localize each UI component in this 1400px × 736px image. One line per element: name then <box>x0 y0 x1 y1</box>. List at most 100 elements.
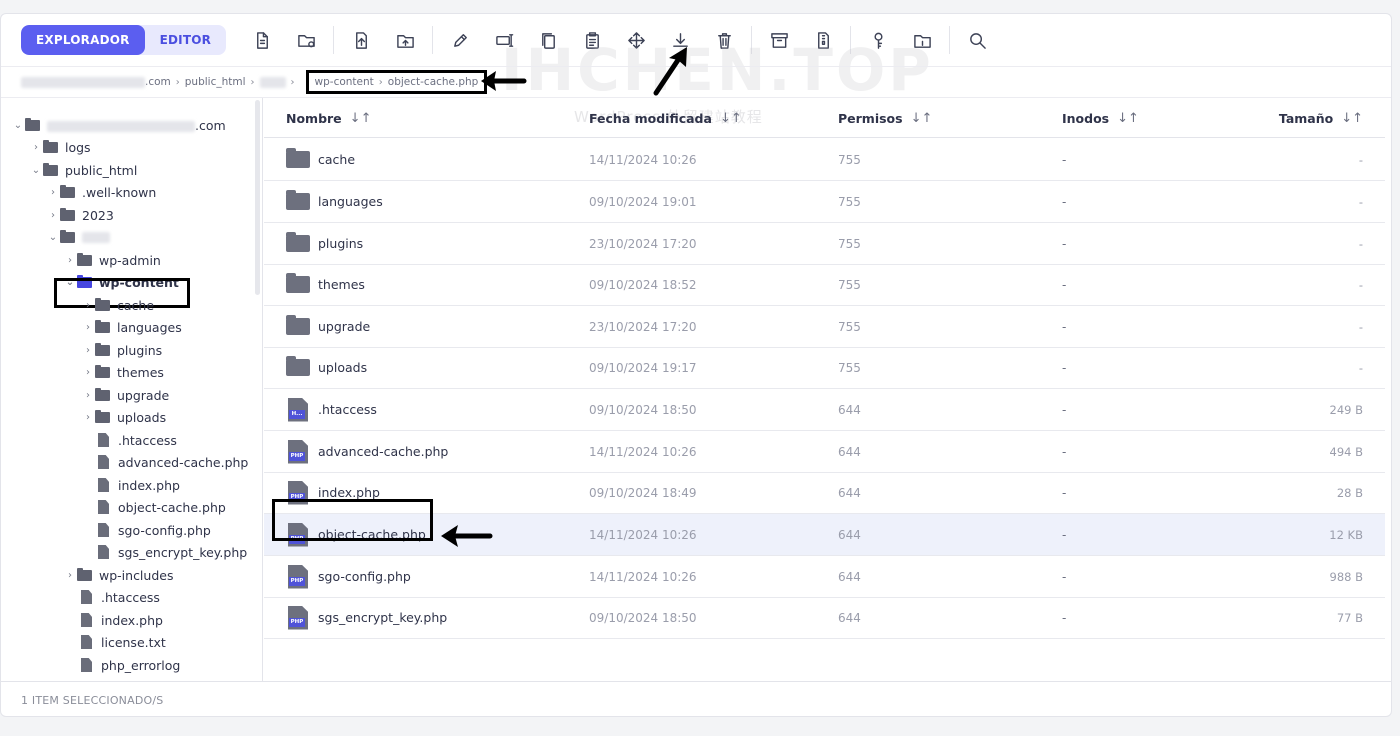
folder-icon <box>95 409 110 423</box>
tree-item-root[interactable]: ⌄ .com <box>11 114 226 136</box>
tree-item-index[interactable]: index.php <box>98 474 180 496</box>
table-row[interactable]: PHP sgs_encrypt_key.php 09/10/2024 18:50 … <box>264 597 1385 639</box>
upload-file-icon[interactable] <box>339 25 383 55</box>
folder-info-icon[interactable] <box>900 25 944 55</box>
table-row[interactable]: languages 09/10/2024 19:01 755 - - <box>264 181 1385 223</box>
table-row[interactable]: PHP sgo-config.php 14/11/2024 10:26 644 -… <box>264 556 1385 598</box>
tree-item-upgrade[interactable]: › upgrade <box>81 384 169 406</box>
folder-icon <box>95 387 110 401</box>
toolbar-divider <box>333 26 335 54</box>
download-icon[interactable] <box>658 25 702 55</box>
column-header-permissions[interactable]: Permisos ↓↑ <box>838 98 932 138</box>
chevron-right-icon: › <box>86 344 90 356</box>
table-row[interactable]: upgrade 23/10/2024 17:20 755 - - <box>264 306 1385 348</box>
chevron-down-icon: ⌄ <box>31 164 41 176</box>
chevron-right-icon: › <box>86 411 90 423</box>
file-icon <box>98 433 109 447</box>
tree-item-php-errorlog[interactable]: php_errorlog <box>81 654 180 676</box>
sidebar-scrollbar[interactable] <box>255 100 260 295</box>
tree-item-logs[interactable]: › logs <box>29 136 91 158</box>
sort-icon: ↓↑ <box>349 110 372 126</box>
breadcrumb-current-file[interactable]: object-cache.php <box>388 76 479 88</box>
php-file-icon: PHP <box>288 564 308 589</box>
chevron-right-icon: › <box>68 569 72 581</box>
column-header-name[interactable]: Nombre ↓↑ <box>286 98 371 138</box>
tree-item-2023[interactable]: › 2023 <box>46 204 114 226</box>
chevron-right-icon: › <box>378 76 383 88</box>
file-icon <box>98 523 109 537</box>
tree-item-htaccess-site[interactable]: .htaccess <box>81 586 160 608</box>
folder-icon <box>95 342 110 356</box>
chevron-down-icon: ⌄ <box>13 119 23 131</box>
table-header: Nombre ↓↑ Fecha modificada ↓↑ Permisos ↓↑ I… <box>264 98 1385 138</box>
tree-item-sgs-encrypt-key[interactable]: sgs_encrypt_key.php <box>98 541 247 563</box>
folder-icon <box>77 567 92 581</box>
tree-item-sgo-config[interactable]: sgo-config.php <box>98 519 211 541</box>
tree-item-cache[interactable]: › cache <box>81 294 154 316</box>
new-file-icon[interactable] <box>240 25 284 55</box>
archive-icon[interactable] <box>757 25 801 55</box>
copy-icon[interactable] <box>526 25 570 55</box>
tree-item-languages[interactable]: › languages <box>81 316 182 338</box>
tree-item-well-known[interactable]: › .well-known <box>46 181 156 203</box>
folder-icon <box>95 319 110 333</box>
breadcrumb-wp-content[interactable]: wp-content <box>315 76 374 88</box>
tree-item-wp-admin[interactable]: › wp-admin <box>63 249 161 271</box>
tree-item-public-html[interactable]: ⌄ public_html <box>29 159 137 181</box>
file-icon <box>81 658 92 672</box>
breadcrumb-public-html[interactable]: public_html <box>185 76 246 88</box>
table-row[interactable]: H... .htaccess 09/10/2024 18:50 644 - 249… <box>264 389 1385 431</box>
upload-folder-icon[interactable] <box>383 25 427 55</box>
editor-tab[interactable]: EDITOR <box>145 25 226 55</box>
tree-item-themes[interactable]: › themes <box>81 361 164 383</box>
table-row[interactable]: uploads 09/10/2024 19:17 755 - - <box>264 347 1385 389</box>
tree-item-htaccess[interactable]: .htaccess <box>98 429 177 451</box>
table-row[interactable]: themes 09/10/2024 18:52 755 - - <box>264 264 1385 306</box>
tree-item-index-site[interactable]: index.php <box>81 609 163 631</box>
trash-icon[interactable] <box>702 25 746 55</box>
php-file-icon: PHP <box>288 439 308 464</box>
breadcrumb: .com › public_html › › wp-content › obje… <box>1 66 1391 98</box>
file-icon <box>98 545 109 559</box>
table-row[interactable]: PHP advanced-cache.php 14/11/2024 10:26 6… <box>264 431 1385 473</box>
file-icon: H... <box>288 397 308 422</box>
chevron-right-icon: › <box>34 141 38 153</box>
paste-icon[interactable] <box>570 25 614 55</box>
rename-icon[interactable] <box>482 25 526 55</box>
folder-icon <box>286 315 310 335</box>
tree-item-license[interactable]: license.txt <box>81 631 166 653</box>
tree-item-wp-includes[interactable]: › wp-includes <box>63 564 173 586</box>
extract-icon[interactable] <box>801 25 845 55</box>
explorer-tab[interactable]: EXPLORADOR <box>21 25 145 55</box>
chevron-right-icon: › <box>86 321 90 333</box>
file-table: Nombre ↓↑ Fecha modificada ↓↑ Permisos ↓↑ I… <box>264 98 1385 681</box>
sort-icon: ↓↑ <box>1341 110 1363 126</box>
edit-icon[interactable] <box>438 25 482 55</box>
move-icon[interactable] <box>614 25 658 55</box>
new-folder-icon[interactable] <box>284 25 328 55</box>
tree-item-plugins[interactable]: › plugins <box>81 339 162 361</box>
sort-icon: ↓↑ <box>1117 110 1139 126</box>
tree-item-object-cache[interactable]: object-cache.php <box>98 496 226 518</box>
column-header-date[interactable]: Fecha modificada ↓↑ <box>589 98 742 138</box>
column-header-size[interactable]: Tamaño ↓↑ <box>1279 98 1363 138</box>
breadcrumb-site[interactable] <box>259 76 286 88</box>
folder-icon <box>286 232 310 252</box>
tree-item-site[interactable]: ⌄ <box>46 226 110 248</box>
tree-item-advanced-cache[interactable]: advanced-cache.php <box>98 451 248 473</box>
search-icon[interactable] <box>955 25 999 55</box>
folder-icon <box>43 139 58 153</box>
table-row[interactable]: cache 14/11/2024 10:26 755 - - <box>264 139 1385 181</box>
column-header-inodes[interactable]: Inodos ↓↑ <box>1062 98 1139 138</box>
tree-item-uploads[interactable]: › uploads <box>81 406 166 428</box>
chevron-right-icon: › <box>86 389 90 401</box>
file-icon <box>81 590 92 604</box>
table-row[interactable]: plugins 23/10/2024 17:20 755 - - <box>264 223 1385 265</box>
folder-icon <box>77 252 92 266</box>
folder-icon <box>43 162 58 176</box>
chevron-right-icon: › <box>250 76 255 88</box>
breadcrumb-domain[interactable]: .com <box>21 76 171 88</box>
chevron-right-icon: › <box>175 76 180 88</box>
folder-icon <box>60 184 75 198</box>
permissions-icon[interactable] <box>856 25 900 55</box>
